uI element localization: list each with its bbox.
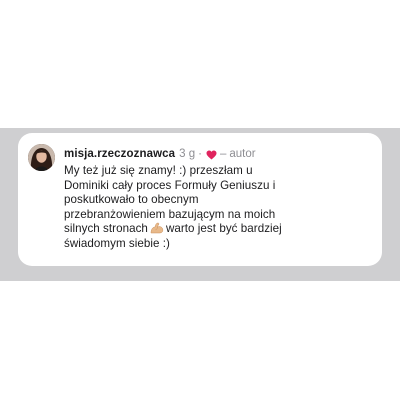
flexed-biceps-icon xyxy=(150,222,164,234)
comment-text: My też już się znamy! :) przeszłam u Dom… xyxy=(64,164,364,252)
screenshot-canvas: misja.rzeczoznawca 3 g · – autor My też … xyxy=(0,0,400,400)
comment-line: My też już się znamy! :) przeszłam u xyxy=(64,164,253,177)
author-dash: – xyxy=(219,148,227,160)
username[interactable]: misja.rzeczoznawca xyxy=(64,146,175,162)
comment-line: Dominiki cały proces Formuły Geniuszu i xyxy=(64,178,276,192)
comment-line: przebranżowieniem bazującym na moich xyxy=(64,207,276,221)
timestamp: 3 g xyxy=(179,148,196,160)
comment-line: poskutkowało to obecnym xyxy=(64,193,199,207)
author-label: autor xyxy=(229,148,256,160)
avatar[interactable] xyxy=(28,144,55,171)
heart-icon[interactable] xyxy=(206,149,217,160)
comment-line: świadomym siebie :) xyxy=(64,236,170,250)
comment-line: silnych stronach warto jest być bardziej xyxy=(64,222,282,236)
comment-card: misja.rzeczoznawca 3 g · – autor My też … xyxy=(18,133,382,266)
separator-dot: · xyxy=(198,148,202,160)
comment-meta: misja.rzeczoznawca 3 g · – autor xyxy=(64,146,256,162)
